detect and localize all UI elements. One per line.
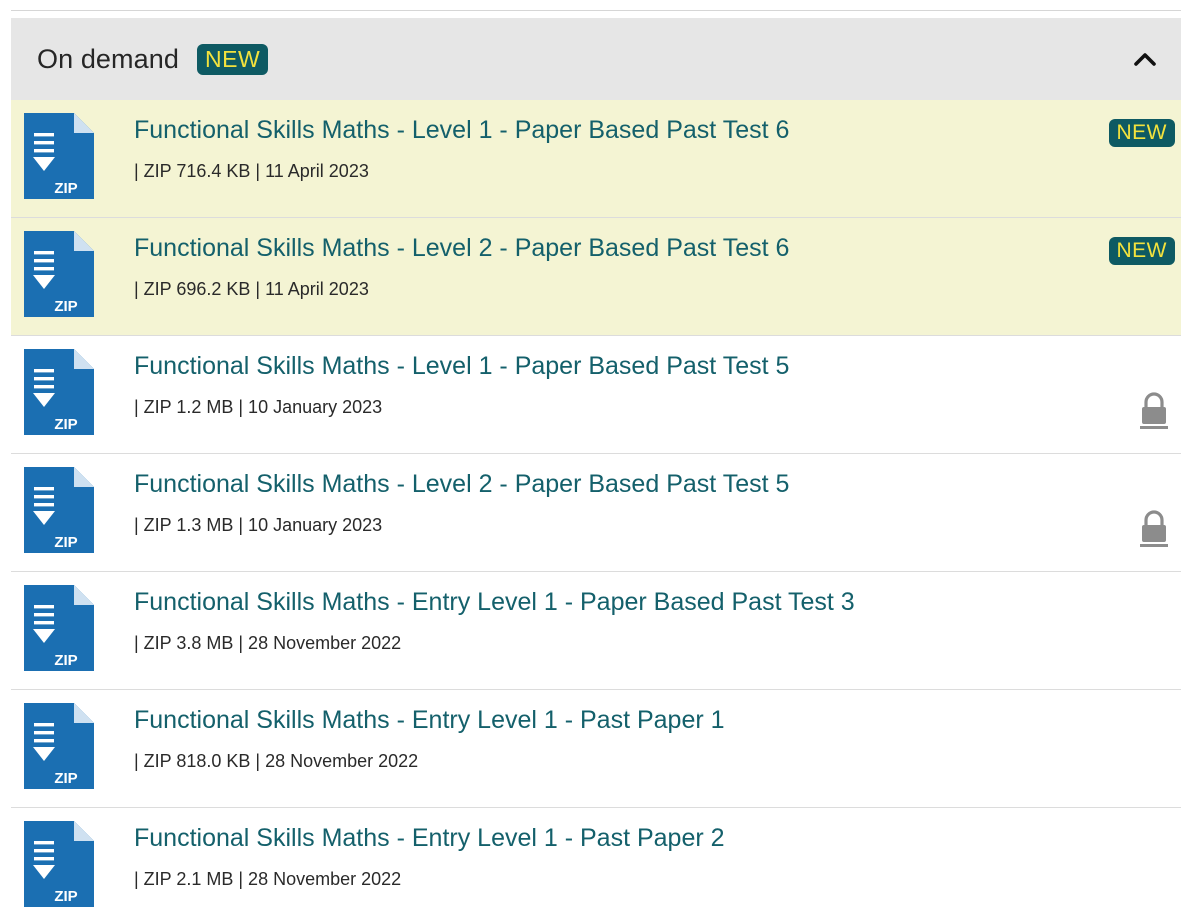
svg-text:ZIP: ZIP [54, 652, 77, 669]
zip-file-icon[interactable]: ZIP [24, 113, 94, 199]
svg-text:ZIP: ZIP [54, 534, 77, 551]
chevron-up-icon[interactable] [1131, 45, 1159, 73]
file-title-link[interactable]: Functional Skills Maths - Entry Level 1 … [134, 588, 855, 617]
zip-file-icon[interactable]: ZIP [24, 467, 94, 553]
svg-text:ZIP: ZIP [54, 888, 77, 905]
file-meta: | ZIP 1.2 MB | 10 January 2023 [134, 397, 383, 417]
file-title-link[interactable]: Functional Skills Maths - Level 1 - Pape… [134, 352, 789, 381]
file-title-link[interactable]: Functional Skills Maths - Level 1 - Pape… [134, 116, 789, 145]
page: On demand NEW ZIP Functional Skills Math… [0, 0, 1181, 919]
file-meta: | ZIP 716.4 KB | 11 April 2023 [134, 161, 369, 181]
zip-file-icon[interactable]: ZIP [24, 349, 94, 435]
file-row-7: ZIP Functional Skills Maths - Entry Leve… [11, 808, 1181, 919]
section-new-badge: NEW [197, 43, 269, 75]
top-divider [11, 10, 1181, 11]
svg-text:ZIP: ZIP [54, 180, 77, 197]
file-meta: | ZIP 818.0 KB | 28 November 2022 [134, 751, 419, 771]
file-list: ZIP Functional Skills Maths - Level 1 - … [11, 100, 1181, 919]
file-meta: | ZIP 1.3 MB | 10 January 2023 [134, 515, 383, 535]
section-title: On demand [37, 43, 179, 74]
file-title-link[interactable]: Functional Skills Maths - Entry Level 1 … [134, 824, 725, 853]
file-row-2: ZIP Functional Skills Maths - Level 2 - … [11, 218, 1181, 336]
zip-file-icon[interactable]: ZIP [24, 231, 94, 317]
zip-file-icon[interactable]: ZIP [24, 703, 94, 789]
zip-file-icon[interactable]: ZIP [24, 821, 94, 907]
lock-icon [1139, 509, 1169, 549]
new-badge: NEW [1108, 237, 1175, 265]
svg-text:ZIP: ZIP [54, 416, 77, 433]
on-demand-accordion: On demand NEW ZIP Functional Skills Math… [11, 18, 1181, 919]
file-title-link[interactable]: Functional Skills Maths - Level 2 - Pape… [134, 234, 789, 263]
file-title-link[interactable]: Functional Skills Maths - Entry Level 1 … [134, 706, 725, 735]
file-title-link[interactable]: Functional Skills Maths - Level 2 - Pape… [134, 470, 789, 499]
file-meta: | ZIP 3.8 MB | 28 November 2022 [134, 633, 402, 653]
new-badge: NEW [1108, 119, 1175, 147]
svg-text:ZIP: ZIP [54, 298, 77, 315]
zip-file-icon[interactable]: ZIP [24, 585, 94, 671]
accordion-header[interactable]: On demand NEW [11, 18, 1181, 100]
lock-icon [1139, 391, 1169, 431]
file-row-4: ZIP Functional Skills Maths - Level 2 - … [11, 454, 1181, 572]
file-meta: | ZIP 696.2 KB | 11 April 2023 [134, 279, 369, 299]
file-row-3: ZIP Functional Skills Maths - Level 1 - … [11, 336, 1181, 454]
file-meta: | ZIP 2.1 MB | 28 November 2022 [134, 869, 402, 889]
file-row-5: ZIP Functional Skills Maths - Entry Leve… [11, 572, 1181, 690]
svg-text:ZIP: ZIP [54, 770, 77, 787]
file-row-6: ZIP Functional Skills Maths - Entry Leve… [11, 690, 1181, 808]
file-row-1: ZIP Functional Skills Maths - Level 1 - … [11, 100, 1181, 218]
